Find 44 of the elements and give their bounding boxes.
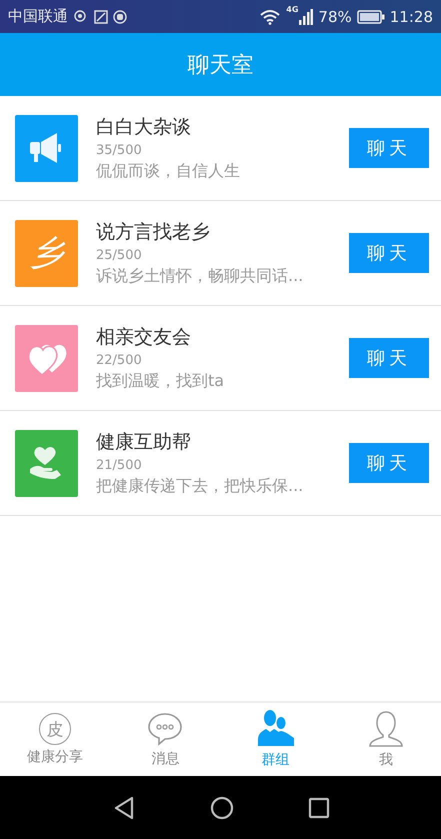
chat-bubble-icon [147,711,184,747]
home-icon[interactable] [210,796,234,820]
chat-room-row[interactable]: 乡 说方言找老乡 25/500 诉说乡土情怀，畅聊共同话... 聊天 [0,201,441,306]
chat-button[interactable]: 聊天 [349,128,429,168]
chat-room-row[interactable]: 健康互助帮 21/500 把健康传递下去，把快乐保... 聊天 [0,411,441,516]
clock-time: 11:28 [390,8,433,26]
network-label: 4G [286,5,298,14]
room-description: 把健康传递下去，把快乐保... [96,476,304,497]
nav-tab[interactable]: 我 [330,703,441,776]
room-description: 找到温暖，找到ta [96,371,226,392]
chat-room-row[interactable]: 白白大杂谈 35/500 侃侃而谈，自信人生 聊天 [0,96,441,201]
wifi-icon [259,8,282,24]
tab-label: 健康分享 [27,748,84,766]
nav-tab[interactable]: 群组 [220,703,331,776]
room-name: 白白大杂谈 [96,115,192,140]
image-icon [94,10,108,24]
room-description: 诉说乡土情怀，畅聊共同话... [96,266,304,287]
circle-glyph-icon: 皮 [39,713,72,745]
room-name: 健康互助帮 [96,430,192,455]
chat-button[interactable]: 聊天 [349,443,429,483]
room-glyph: 乡 [30,232,64,275]
tab-label: 我 [378,751,393,769]
chat-button[interactable]: 聊天 [349,338,429,378]
member-count: 22/500 [96,353,143,368]
signal-icon [299,8,314,24]
chat-room-row[interactable]: 相亲交友会 22/500 找到温暖，找到ta 聊天 [0,306,441,411]
tab-label: 消息 [151,750,180,768]
tab-label: 群组 [262,751,290,769]
page-title: 聊天室 [188,52,254,80]
chat-button[interactable]: 聊天 [349,233,429,273]
group-icon [258,710,294,748]
member-count: 35/500 [96,143,143,158]
nav-tab[interactable]: 消息 [110,703,220,776]
room-name: 说方言找老乡 [96,220,211,245]
person-icon [368,710,404,748]
member-count: 21/500 [96,458,143,473]
nav-tab[interactable]: 皮 健康分享 [0,703,110,776]
battery-percent: 78% [318,8,352,26]
carrier-name: 中国联通 [8,7,68,26]
recents-icon[interactable] [308,796,330,818]
room-name: 相亲交友会 [96,325,192,350]
room-description: 侃侃而谈，自信人生 [96,161,241,182]
member-count: 25/500 [96,248,143,263]
battery-icon [356,10,385,24]
